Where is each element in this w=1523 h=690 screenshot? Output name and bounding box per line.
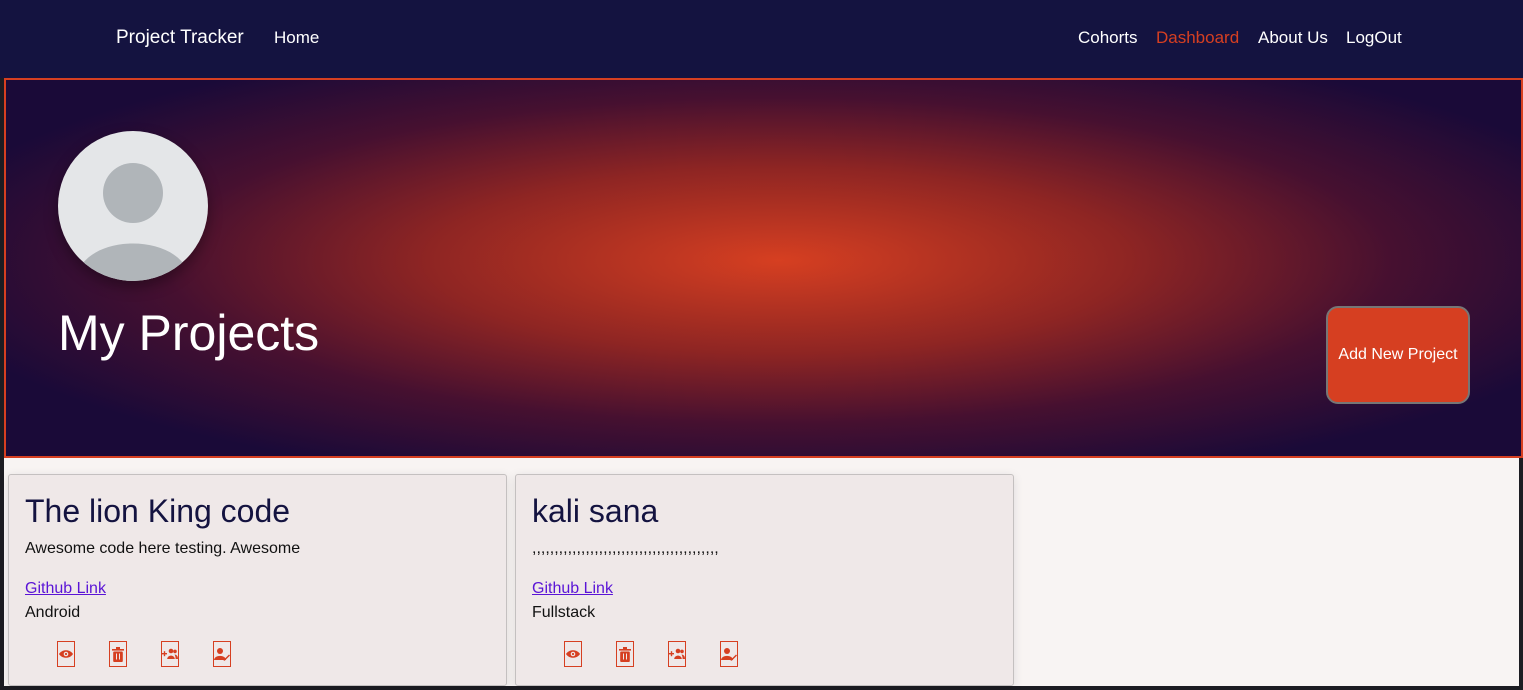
projects-list: The lion King code Awesome code here tes… (4, 458, 1519, 686)
project-card: kali sana ,,,,,,,,,,,,,,,,,,,,,,,,,,,,,,… (515, 474, 1014, 686)
project-description: Awesome code here testing. Awesome (25, 540, 301, 557)
project-category: Android (25, 604, 81, 621)
eye-icon (566, 650, 580, 658)
github-link[interactable]: Github Link (532, 580, 613, 598)
project-title: kali sana (532, 493, 659, 529)
card-actions (564, 641, 754, 671)
add-member-button[interactable] (161, 641, 179, 667)
nav-logout[interactable]: LogOut (1346, 28, 1402, 48)
project-title: The lion King code (25, 493, 291, 529)
nav-cohorts[interactable]: Cohorts (1078, 28, 1138, 48)
add-new-project-button[interactable]: Add New Project (1326, 306, 1470, 404)
page-title: My Projects (58, 305, 320, 361)
view-button[interactable] (564, 641, 582, 667)
edit-user-icon (214, 648, 230, 661)
project-category: Fullstack (532, 604, 596, 621)
trash-icon (619, 646, 631, 662)
project-description: ,,,,,,,,,,,,,,,,,,,,,,,,,,,,,,,,,,,,,,,,… (532, 540, 719, 557)
edit-member-button[interactable] (213, 641, 231, 667)
eye-icon (59, 650, 73, 658)
add-member-button[interactable] (668, 641, 686, 667)
navbar: Project Tracker Home Cohorts Dashboard A… (0, 0, 1523, 78)
avatar (58, 131, 208, 281)
hero-banner: My Projects Add New Project (4, 78, 1523, 458)
nav-about-us[interactable]: About Us (1258, 28, 1328, 48)
add-member-icon (669, 648, 685, 659)
edit-member-button[interactable] (720, 641, 738, 667)
github-link[interactable]: Github Link (25, 580, 106, 598)
project-card: The lion King code Awesome code here tes… (8, 474, 507, 686)
nav-home[interactable]: Home (274, 28, 319, 48)
user-silhouette-icon (76, 163, 190, 281)
nav-dashboard[interactable]: Dashboard (1156, 28, 1239, 48)
card-actions (57, 641, 247, 671)
delete-button[interactable] (616, 641, 634, 667)
trash-icon (112, 646, 124, 662)
add-member-icon (162, 648, 178, 659)
delete-button[interactable] (109, 641, 127, 667)
edit-user-icon (721, 648, 737, 661)
view-button[interactable] (57, 641, 75, 667)
brand-link[interactable]: Project Tracker (116, 27, 244, 49)
